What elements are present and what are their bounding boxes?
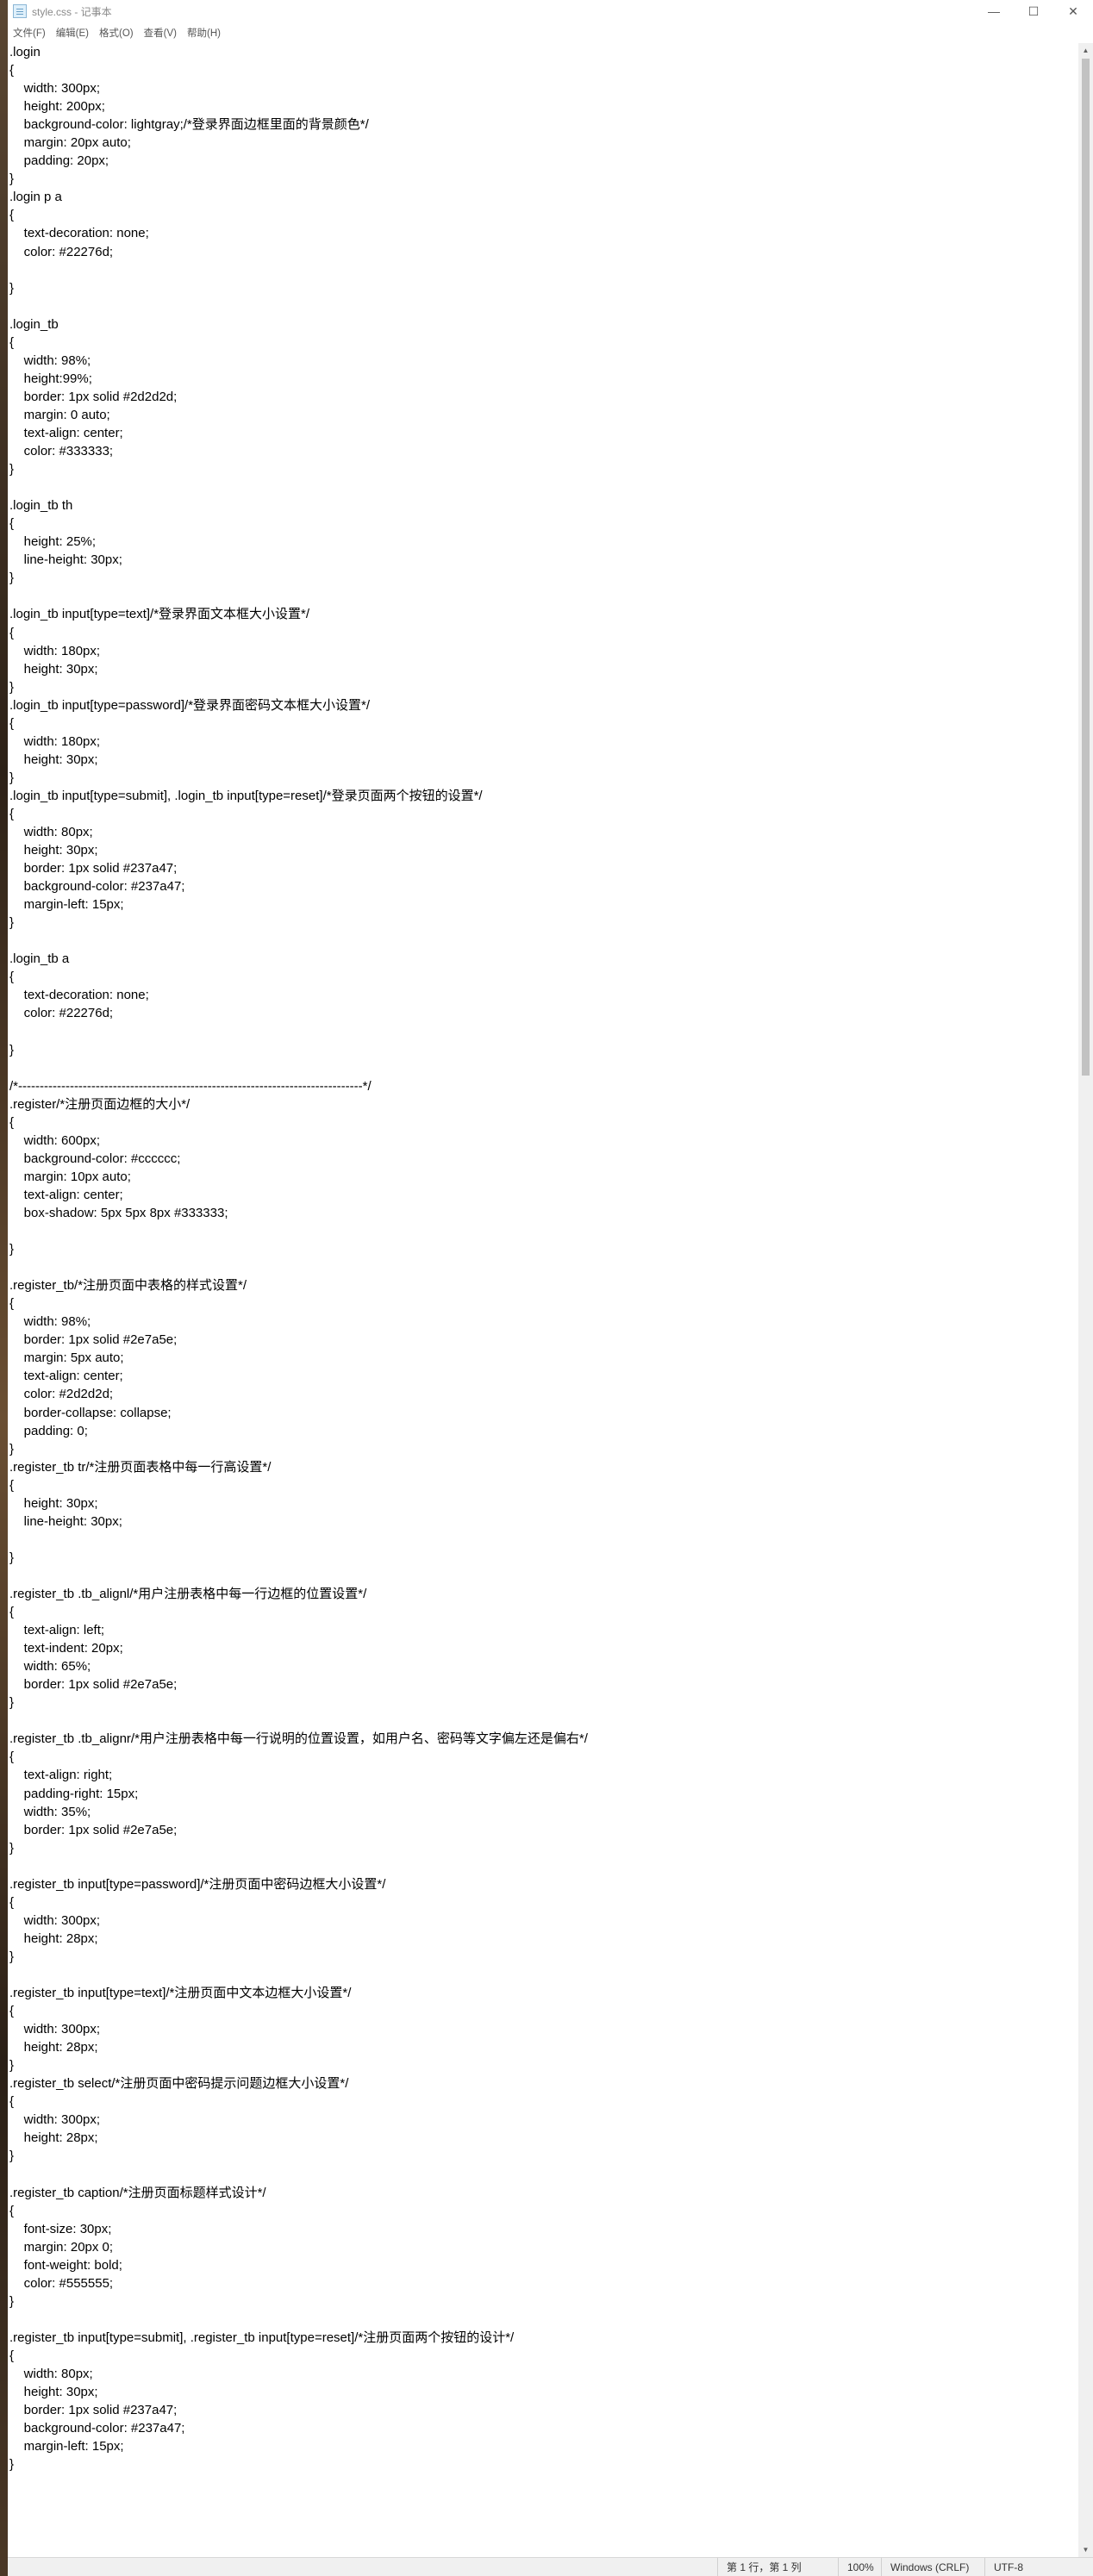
maximize-button[interactable]: ☐ xyxy=(1014,0,1053,22)
vertical-scrollbar[interactable]: ▲ ▼ xyxy=(1078,43,1093,2557)
window-controls: — ☐ ✕ xyxy=(974,0,1093,22)
notepad-window: style.css - 记事本 — ☐ ✕ 文件(F) 编辑(E) 格式(O) … xyxy=(8,0,1093,2576)
zoom-level: 100% xyxy=(838,2557,881,2576)
scroll-up-arrow-icon[interactable]: ▲ xyxy=(1078,43,1093,58)
minimize-button[interactable]: — xyxy=(974,0,1014,22)
scrollbar-thumb[interactable] xyxy=(1082,59,1090,1076)
background-desktop-strip xyxy=(0,0,8,2576)
menu-bar: 文件(F) 编辑(E) 格式(O) 查看(V) 帮助(H) xyxy=(8,22,1093,43)
close-button[interactable]: ✕ xyxy=(1053,0,1093,22)
resize-grip-icon[interactable] xyxy=(1081,2558,1093,2576)
text-editor-area[interactable]: .login { width: 300px; height: 200px; ba… xyxy=(8,43,1078,2557)
menu-view[interactable]: 查看(V) xyxy=(139,26,182,40)
cursor-position: 第 1 行，第 1 列 xyxy=(717,2557,838,2576)
editor-content[interactable]: .login { width: 300px; height: 200px; ba… xyxy=(8,43,1078,2473)
scroll-down-arrow-icon[interactable]: ▼ xyxy=(1078,2542,1093,2557)
menu-help[interactable]: 帮助(H) xyxy=(182,26,226,40)
title-bar[interactable]: style.css - 记事本 — ☐ ✕ xyxy=(8,0,1093,22)
encoding: UTF-8 xyxy=(984,2557,1081,2576)
menu-edit[interactable]: 编辑(E) xyxy=(51,26,94,40)
window-title: style.css - 记事本 xyxy=(32,5,112,18)
status-bar: 第 1 行，第 1 列 100% Windows (CRLF) UTF-8 xyxy=(8,2557,1093,2576)
line-ending: Windows (CRLF) xyxy=(881,2557,984,2576)
menu-format[interactable]: 格式(O) xyxy=(94,26,139,40)
notepad-icon xyxy=(13,4,27,18)
menu-file[interactable]: 文件(F) xyxy=(8,26,51,40)
